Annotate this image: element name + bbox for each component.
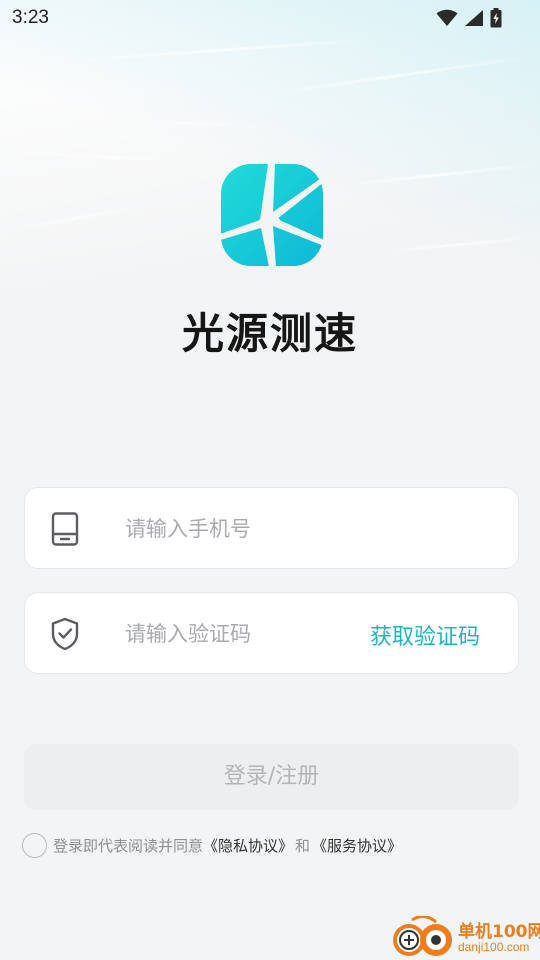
service-agreement-link[interactable]: 《服务协议》 [312, 835, 402, 856]
agreement-checkbox[interactable] [22, 832, 47, 858]
phone-input[interactable] [125, 508, 495, 550]
watermark-text-cn: 单机100网 [458, 922, 540, 942]
phone-field[interactable] [24, 487, 519, 569]
agreement-conjunction: 和 [295, 836, 311, 855]
watermark: 单机100网 danji100.com [392, 916, 540, 960]
app-title: 光源测速 [181, 309, 358, 358]
agreement-text: 登录即代表阅读并同意 [53, 836, 204, 855]
verification-code-input[interactable] [125, 613, 375, 655]
status-bar: 3:23 [0, 0, 540, 36]
watermark-logo-icon [393, 916, 452, 956]
cellular-signal-icon [465, 10, 483, 26]
privacy-agreement-link[interactable]: 《隐私协议》 [203, 835, 293, 856]
status-time: 3:23 [12, 7, 49, 28]
watermark-text-en: danji100.com [458, 940, 530, 954]
phone-icon [51, 512, 79, 546]
verification-code-field[interactable]: 获取验证码 [24, 592, 519, 674]
status-icons [436, 8, 502, 28]
battery-charging-icon [490, 8, 502, 28]
shield-check-icon [51, 617, 79, 651]
agreement-row: 登录即代表阅读并同意 《隐私协议》 和 《服务协议》 [22, 830, 402, 860]
app-logo [221, 164, 323, 266]
get-code-button[interactable]: 获取验证码 [370, 619, 480, 651]
wifi-icon [436, 9, 458, 26]
login-register-button[interactable]: 登录/注册 [24, 744, 519, 810]
